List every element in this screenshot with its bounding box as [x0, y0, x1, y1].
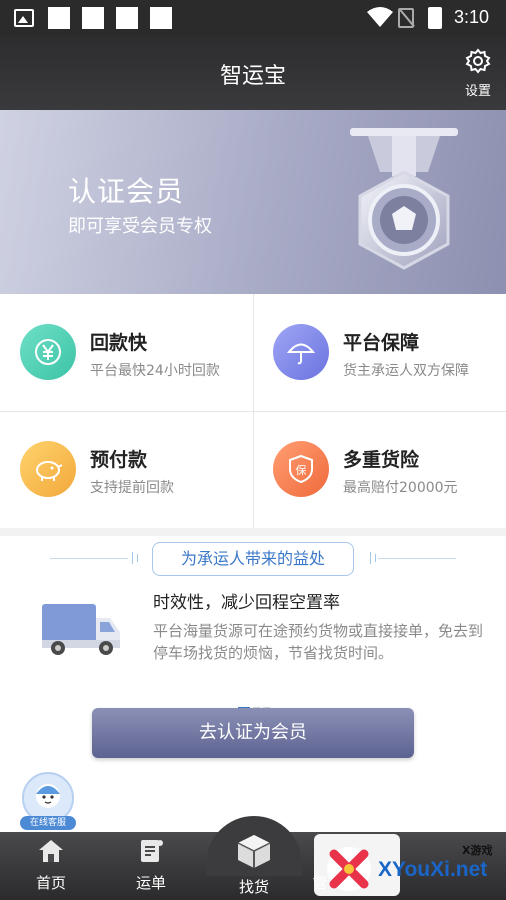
decor-line — [50, 558, 128, 559]
membership-banner: 认证会员 即可享受会员专权 — [0, 110, 506, 294]
benefit-fast-payment[interactable]: 回款快 平台最快24小时回款 — [0, 294, 253, 411]
benefit-title: 预付款 — [90, 449, 148, 471]
umbrella-icon — [273, 324, 329, 380]
benefit-title: 平台保障 — [343, 332, 420, 354]
medal-icon — [350, 128, 458, 270]
benefit-subtitle: 最高赔付20000元 — [343, 480, 458, 496]
benefit-prepayment[interactable]: 预付款 支持提前回款 — [0, 411, 253, 528]
image-icon — [14, 9, 34, 27]
watermark-small-text: X游戏 — [462, 844, 493, 857]
benefit-description: 平台海量货源可在途预约货物或直接接单，免去到停车场找货的烦恼，节省找货时间。 — [153, 622, 484, 662]
section-separator — [0, 528, 506, 536]
notification-icon — [116, 7, 138, 29]
watermark-text: XYouXi.net — [378, 858, 488, 881]
settings-label: 设置 — [464, 84, 491, 99]
decor-line — [137, 554, 138, 562]
notification-icon — [150, 7, 172, 29]
status-bar: 3:10 — [0, 0, 506, 36]
x-logo-icon — [327, 847, 371, 891]
benefit-subtitle: 支持提前回款 — [90, 480, 174, 496]
become-member-button[interactable]: 去认证为会员 — [92, 708, 414, 758]
online-service-label: 在线客服 — [20, 816, 76, 830]
shield-icon: 保 — [273, 441, 329, 497]
carrier-benefits-tag: 为承运人带来的益处 — [152, 542, 354, 576]
page-title: 智运宝 — [219, 64, 286, 89]
benefits-grid: 回款快 平台最快24小时回款 平台保障 货主承运人双方保障 预付款 支持提前回款… — [0, 294, 506, 528]
decor-line — [370, 552, 371, 564]
notification-icon — [48, 7, 70, 29]
watermark-logo: XYouXi.net X游戏 — [318, 838, 506, 896]
truck-icon — [42, 604, 120, 655]
nav-label: 找货 — [238, 878, 269, 896]
waybill-icon — [141, 840, 163, 862]
status-time: 3:10 — [454, 7, 490, 27]
decor-line — [378, 558, 456, 559]
yen-icon — [20, 324, 76, 380]
benefit-multi-insurance[interactable]: 保 多重货险 最高赔付20000元 — [253, 411, 506, 528]
decor-line — [375, 554, 376, 562]
benefit-subtitle: 平台最快24小时回款 — [90, 363, 220, 379]
cube-icon — [237, 835, 271, 868]
settings-button[interactable]: 设置 — [458, 48, 498, 102]
banner-title: 认证会员 — [68, 175, 185, 208]
no-sim-icon — [398, 8, 414, 28]
benefit-title: 回款快 — [90, 332, 148, 354]
nav-item-waybill[interactable]: 运单 — [116, 838, 186, 893]
benefit-title: 多重货险 — [343, 449, 420, 471]
nav-label: 运单 — [135, 874, 166, 892]
notification-icon — [82, 7, 104, 29]
benefit-heading: 时效性，减少回程空置率 — [153, 593, 340, 613]
svg-text:保: 保 — [296, 463, 307, 477]
gear-icon — [465, 48, 491, 74]
nav-item-home[interactable]: 首页 — [16, 838, 86, 893]
nav-item-find-goods[interactable]: 找货 — [219, 832, 289, 897]
app-header: 智运宝 设置 — [0, 36, 506, 110]
decor-line — [132, 552, 133, 564]
wifi-icon — [367, 7, 393, 27]
banner-subtitle: 即可享受会员专权 — [68, 216, 212, 237]
benefit-platform-guarantee[interactable]: 平台保障 货主承运人双方保障 — [253, 294, 506, 411]
online-service-button[interactable]: 在线客服 — [20, 772, 76, 830]
nav-label: 首页 — [35, 874, 66, 892]
piggy-bank-icon — [20, 441, 76, 497]
home-icon — [39, 840, 63, 862]
battery-icon — [428, 7, 442, 29]
benefit-subtitle: 货主承运人双方保障 — [343, 363, 469, 379]
